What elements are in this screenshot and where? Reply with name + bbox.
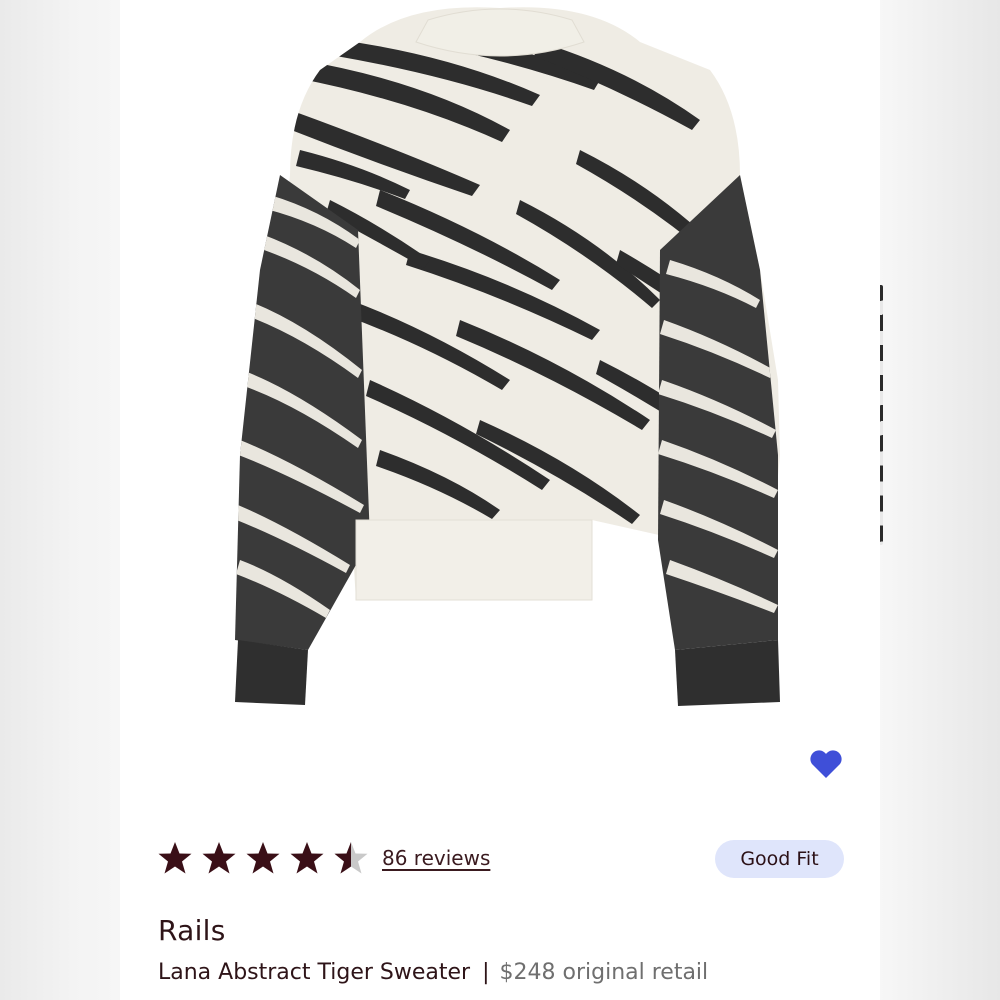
brand-name[interactable]: Rails [158, 914, 226, 947]
product-title-line: Lana Abstract Tiger Sweater | $248 origina… [158, 960, 708, 985]
retail-price: $248 original retail [499, 960, 709, 985]
reviews-link[interactable]: 86 reviews [382, 846, 490, 870]
background-left-panel [0, 0, 120, 1000]
product-image[interactable] [180, 0, 820, 720]
product-card: 86 reviews Good Fit Rails Lana Abstract … [120, 0, 880, 1000]
star-full-icon [246, 842, 280, 874]
fit-badge: Good Fit [715, 840, 844, 878]
star-full-icon [158, 842, 192, 874]
star-full-icon [290, 842, 324, 874]
rating-row: 86 reviews [158, 838, 490, 878]
star-half-icon [334, 842, 368, 874]
star-full-icon [202, 842, 236, 874]
product-name: Lana Abstract Tiger Sweater [158, 960, 471, 985]
heart-icon [810, 750, 842, 778]
separator: | [482, 960, 490, 985]
favorite-button[interactable] [806, 746, 846, 782]
background-right-panel [880, 0, 1000, 1000]
